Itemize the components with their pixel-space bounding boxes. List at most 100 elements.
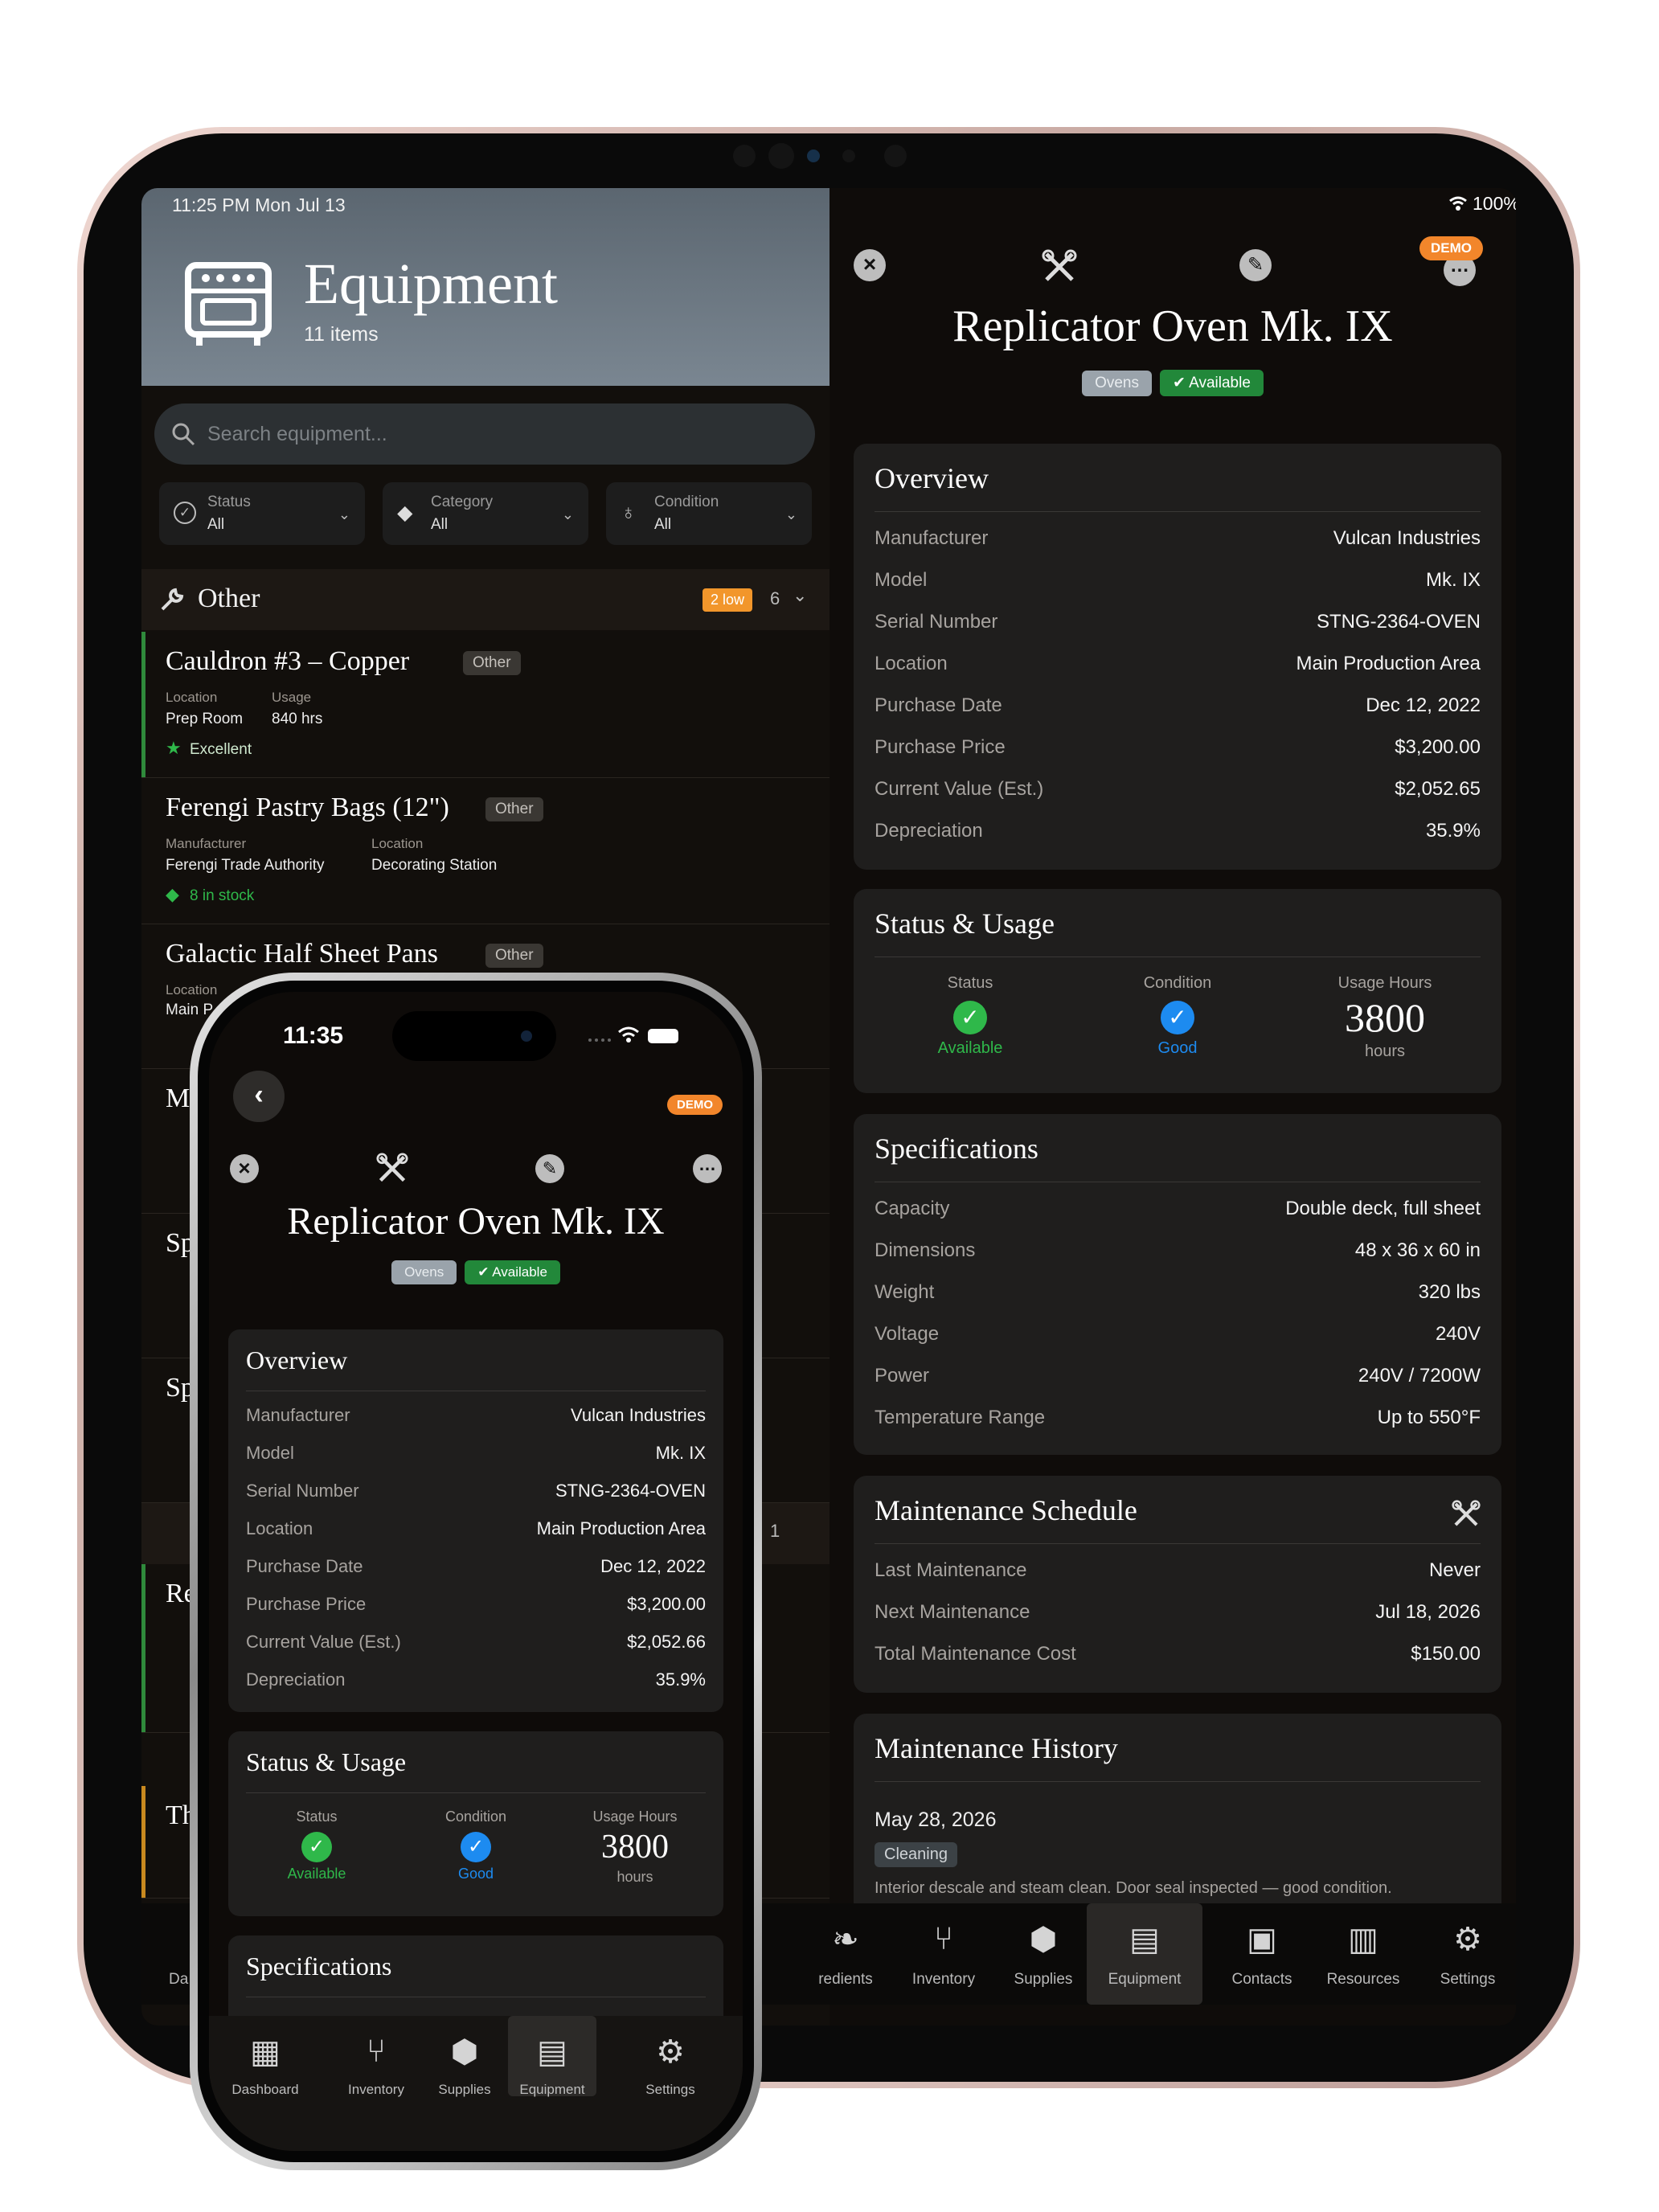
condition-column: Condition ✓ Good bbox=[1077, 974, 1278, 1058]
overview-row: Location Main Production Area bbox=[875, 653, 1481, 682]
overview-row: Location Main Production Area bbox=[246, 1518, 706, 1544]
tab-ingredients[interactable]: ❧ redients bbox=[797, 1903, 894, 2005]
back-button[interactable]: ‹ bbox=[233, 1071, 285, 1122]
status-usage-card: Status & Usage Status ✓ Available Condit… bbox=[228, 1731, 723, 1916]
tab-label: Equipment bbox=[1108, 1971, 1182, 1988]
overview-row: Purchase Date Dec 12, 2022 bbox=[246, 1556, 706, 1582]
row-value: Double deck, full sheet bbox=[1285, 1198, 1481, 1219]
demo-badge: DEMO bbox=[667, 1095, 723, 1115]
tab-resources[interactable]: ▥ Resources bbox=[1315, 1903, 1411, 2005]
list-item[interactable]: Cauldron #3 – Copper Other Location Prep… bbox=[141, 632, 830, 778]
search-icon bbox=[172, 423, 195, 446]
filter-value: All bbox=[207, 516, 225, 533]
tab-bar: ❧ redients ⑂ Inventory ⬢ Supplies ▤ Equipmen… bbox=[818, 1903, 1516, 2005]
close-icon[interactable]: × bbox=[854, 249, 886, 281]
tab-settings[interactable]: ⚙ Settings bbox=[1419, 1903, 1516, 2005]
tools-icon[interactable] bbox=[376, 1153, 408, 1185]
chevron-down-icon: ⌄ bbox=[338, 506, 350, 522]
chevron-down-icon: ⌄ bbox=[784, 506, 797, 522]
edit-icon[interactable]: ✎ bbox=[1239, 249, 1272, 281]
divider bbox=[875, 956, 1481, 957]
status-time: 11:35 bbox=[283, 1022, 344, 1049]
row-value: Never bbox=[1428, 1559, 1481, 1581]
tab-label: redients bbox=[818, 1971, 873, 1988]
row-label: Weight bbox=[875, 1281, 935, 1303]
tab-label: Inventory bbox=[911, 1971, 976, 1988]
row-label: Model bbox=[246, 1443, 294, 1463]
camera-sensor bbox=[807, 150, 820, 162]
item-count: 11 items bbox=[304, 323, 379, 346]
spec-row: Voltage 240V bbox=[875, 1323, 1481, 1352]
filter-condition[interactable]: ♁ Condition All ⌄ bbox=[606, 482, 812, 545]
card-title: Maintenance Schedule bbox=[875, 1494, 1137, 1526]
row-value: Dec 12, 2022 bbox=[600, 1556, 706, 1576]
stethoscope-icon: ♁ bbox=[621, 500, 637, 524]
tab-contacts[interactable]: ▣ Contacts bbox=[1214, 1903, 1310, 2005]
search-input[interactable]: Search equipment... bbox=[154, 403, 815, 465]
filter-value: All bbox=[431, 516, 449, 533]
overview-card: Overview Manufacturer Vulcan Industries M… bbox=[228, 1329, 723, 1712]
divider bbox=[875, 1781, 1481, 1782]
divider bbox=[875, 511, 1481, 512]
row-label: Total Maintenance Cost bbox=[875, 1643, 1076, 1665]
filter-status[interactable]: ✓ Status All ⌄ bbox=[159, 482, 365, 545]
dashboard-icon: ▦ bbox=[250, 2034, 281, 2070]
tools-icon[interactable] bbox=[1452, 1500, 1481, 1529]
condition-text: Excellent bbox=[190, 741, 252, 758]
tab-inventory[interactable]: ⑂ Inventory bbox=[895, 1903, 992, 2005]
tab-supplies[interactable]: ⬢ Supplies bbox=[995, 1903, 1092, 2005]
close-icon[interactable]: × bbox=[230, 1154, 259, 1183]
contact-card-icon: ▣ bbox=[1247, 1922, 1277, 1957]
list-item[interactable]: Ferengi Pastry Bags (12") Other Manufact… bbox=[141, 778, 830, 924]
edit-icon[interactable]: ✎ bbox=[535, 1154, 564, 1183]
tab-equipment[interactable]: ▤ Equipment bbox=[508, 2016, 596, 2097]
tab-dashboard-label[interactable]: Da bbox=[169, 1971, 188, 1989]
search-placeholder: Search equipment... bbox=[207, 423, 387, 445]
tab-dashboard[interactable]: ▦ Dashboard bbox=[217, 2016, 313, 2120]
overview-row: Manufacturer Vulcan Industries bbox=[875, 527, 1481, 556]
meta-value: Decorating Station bbox=[371, 857, 498, 874]
stock-text: 8 in stock bbox=[190, 887, 255, 904]
maintenance-schedule-card: Maintenance Schedule Last Maintenance Nev… bbox=[854, 1476, 1501, 1693]
row-value: $2,052.66 bbox=[627, 1632, 706, 1652]
tab-label: Resources bbox=[1326, 1971, 1400, 1988]
history-date: May 28, 2026 bbox=[875, 1809, 997, 1831]
category-tag: Other bbox=[485, 797, 543, 821]
tab-supplies[interactable]: ⬢ Supplies bbox=[416, 2016, 513, 2120]
detail-title: Replicator Oven Mk. IX bbox=[952, 301, 1393, 351]
category-chip: Ovens bbox=[391, 1260, 457, 1284]
row-label: Manufacturer bbox=[875, 527, 989, 549]
row-value: 240V / 7200W bbox=[1358, 1365, 1481, 1387]
card-title: Specifications bbox=[246, 1952, 392, 1981]
cube-icon: ◆ bbox=[166, 884, 179, 904]
tab-settings[interactable]: ⚙ Settings bbox=[622, 2016, 719, 2120]
check-circle-icon: ✓ bbox=[1161, 1001, 1194, 1034]
tab-equipment[interactable]: ▤ Equipment bbox=[1087, 1903, 1202, 2005]
spec-row: Weight 320 lbs bbox=[875, 1281, 1481, 1310]
tab-inventory[interactable]: ⑂ Inventory bbox=[328, 2016, 424, 2120]
category-tag: Other bbox=[463, 651, 521, 675]
check-circle-icon: ✓ bbox=[301, 1832, 332, 1862]
filter-category[interactable]: ⬥ Category All ⌄ bbox=[383, 482, 588, 545]
more-icon[interactable]: … bbox=[693, 1154, 722, 1183]
section-count: 6 bbox=[770, 588, 780, 608]
filter-label: Status bbox=[207, 494, 251, 510]
overview-row: Depreciation 35.9% bbox=[875, 820, 1481, 849]
section-header-other[interactable]: Other 2 low 6 ⌄ bbox=[141, 569, 830, 630]
signal-wifi-battery-icon bbox=[588, 1026, 678, 1043]
tab-label: Equipment bbox=[519, 2082, 585, 2097]
card-title: Status & Usage bbox=[875, 907, 1055, 940]
row-label: Model bbox=[875, 569, 928, 591]
row-label: Purchase Date bbox=[875, 694, 1002, 716]
specifications-card: Specifications Capacity Double deck, full… bbox=[854, 1114, 1501, 1455]
overview-row: Purchase Price $3,200.00 bbox=[246, 1594, 706, 1620]
overview-row: Model Mk. IX bbox=[875, 569, 1481, 598]
row-label: Purchase Price bbox=[246, 1594, 367, 1614]
row-label: Depreciation bbox=[246, 1669, 346, 1690]
utensils-icon: ⑂ bbox=[934, 1921, 953, 1956]
status-chip-label: Available bbox=[492, 1264, 547, 1280]
tools-icon[interactable] bbox=[1042, 249, 1077, 285]
row-label: Current Value (Est.) bbox=[246, 1632, 401, 1652]
chip-row: Ovens ✔ Available bbox=[830, 370, 1516, 396]
filter-label: Condition bbox=[654, 494, 719, 510]
